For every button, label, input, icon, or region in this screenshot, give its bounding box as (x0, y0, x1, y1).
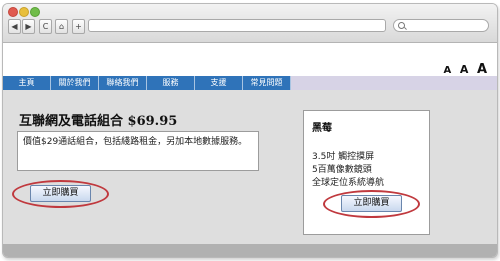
close-window-icon[interactable] (8, 7, 18, 17)
forward-icon[interactable]: ▶ (22, 19, 35, 34)
nav-item-faq[interactable]: 常見問題 (243, 76, 291, 90)
nav-item-contact[interactable]: 聯絡我們 (99, 76, 147, 90)
page-footer (3, 244, 497, 257)
offer-description: 價值$29通話組合，包括綫路租金，另加本地數據服務。 (17, 131, 259, 171)
font-size-small-button[interactable]: A (444, 65, 452, 76)
browser-window: ◀ ▶ C ⌂ + A A A 主頁 關於我們 聯絡我們 服務 支援 常見問題 … (2, 3, 498, 258)
address-bar[interactable] (88, 19, 386, 32)
add-tab-icon[interactable]: + (72, 19, 85, 34)
nav-item-support[interactable]: 支援 (195, 76, 243, 90)
offer-buy-now-button[interactable]: 立即購買 (30, 185, 91, 202)
browser-toolbar: ◀ ▶ C ⌂ + (3, 4, 497, 43)
home-icon[interactable]: ⌂ (55, 19, 68, 34)
product-name: 黑莓 (312, 123, 332, 134)
font-size-large-button[interactable]: A (477, 62, 487, 77)
minimize-window-icon[interactable] (19, 7, 29, 17)
reload-icon[interactable]: C (39, 19, 52, 34)
main-content: 互聯網及電話組合 $69.95 價值$29通話組合，包括綫路租金，另加本地數據服… (3, 90, 497, 244)
offer-title: 互聯網及電話組合 $69.95 (19, 114, 178, 129)
product-buy-now-button[interactable]: 立即購買 (341, 195, 402, 212)
site-nav: 主頁 關於我們 聯絡我們 服務 支援 常見問題 (3, 76, 497, 90)
nav-item-services[interactable]: 服務 (147, 76, 195, 90)
feature-item: 3.5吋 觸控摸屏 (312, 152, 375, 162)
nav-item-home[interactable]: 主頁 (3, 76, 51, 90)
nav-item-about[interactable]: 關於我們 (51, 76, 99, 90)
back-icon[interactable]: ◀ (8, 19, 21, 34)
feature-item: 5百萬像數鏡頭 (312, 165, 372, 175)
product-features: 3.5吋 觸控摸屏 5百萬像數鏡頭 全球定位系統導航 (312, 151, 384, 190)
browser-search-field[interactable] (393, 19, 489, 32)
font-size-controls: A A A (441, 58, 487, 77)
search-icon (398, 22, 405, 29)
feature-item: 全球定位系統導航 (312, 178, 385, 188)
maximize-window-icon[interactable] (30, 7, 40, 17)
site-nav-menu: 主頁 關於我們 聯絡我們 服務 支援 常見問題 (3, 76, 291, 90)
font-size-medium-button[interactable]: A (460, 63, 469, 76)
